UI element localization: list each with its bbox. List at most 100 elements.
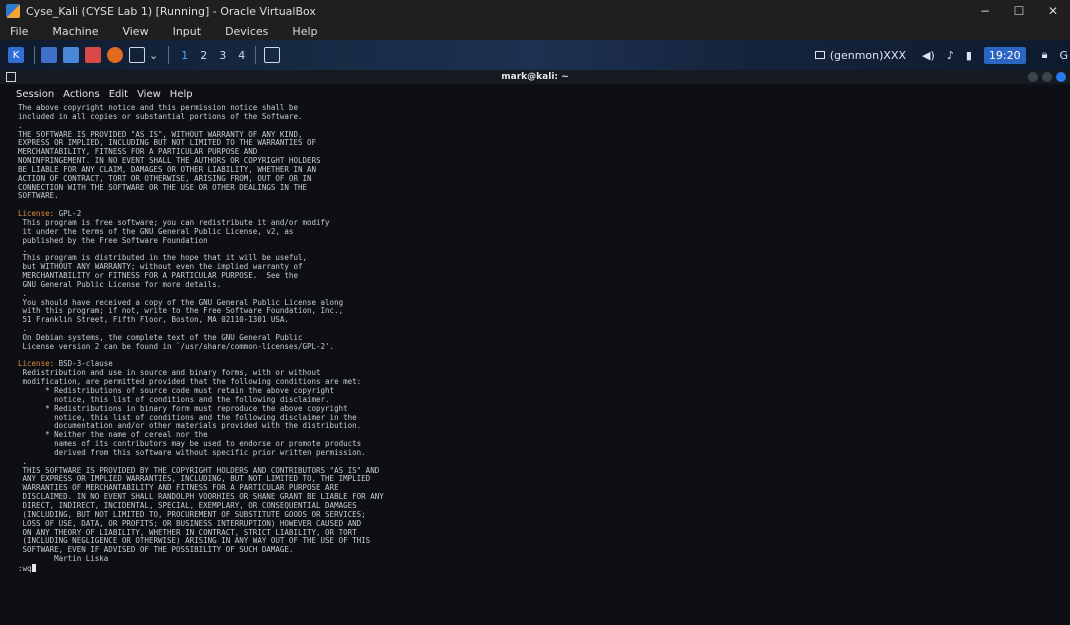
terminal-line-text: notice, this list of conditions and the … — [18, 394, 330, 404]
workspace-2[interactable]: 2 — [200, 49, 207, 62]
terminal-line-text: THE SOFTWARE IS PROVIDED "AS IS", WITHOU… — [18, 129, 303, 139]
terminal-line-text: GPL-2 — [54, 209, 82, 219]
terminal-line-text: DISCLAIMED. IN NO EVENT SHALL RANDOLPH V… — [18, 492, 384, 502]
terminal-line: derived from this software without speci… — [18, 448, 1058, 458]
terminal-line-text: THIS SOFTWARE IS PROVIDED BY THE COPYRIG… — [18, 465, 380, 475]
panel-clock[interactable]: 19:20 — [983, 46, 1026, 64]
terminal-maximize-button[interactable] — [1042, 72, 1052, 82]
terminal-line-text: notice, this list of conditions and the … — [18, 412, 357, 422]
panel-tray: (genmon)XXX ◀) ♪ ▮ 19:20 🔒︎ G — [814, 40, 1070, 70]
kali-top-panel: K ⌄ 1 2 3 4 (genmon)XXX ◀) ♪ ▮ 19:20 🔒︎ … — [0, 40, 1070, 70]
menu-file[interactable]: File — [10, 25, 28, 38]
workspace-4[interactable]: 4 — [238, 49, 245, 62]
terminal-line-text: with this program; if not, write to the … — [18, 306, 344, 316]
chevron-down-icon[interactable]: ⌄ — [149, 49, 158, 62]
virtualbox-icon — [6, 4, 20, 18]
terminal-line-text: GNU General Public License for more deta… — [18, 279, 222, 289]
terminal-line: GNU General Public License for more deta… — [18, 279, 1058, 290]
terminal-line-text: CONNECTION WITH THE SOFTWARE OR THE USE … — [18, 182, 307, 192]
terminal-line: SOFTWARE. — [18, 192, 1058, 201]
terminal-line-text: This program is free software; you can r… — [18, 217, 330, 227]
terminal-line-text: * Neither the name of cereal nor the — [18, 430, 208, 440]
terminal-line-text: WARRANTIES OF MERCHANTABILITY AND FITNES… — [18, 483, 339, 493]
menu-machine[interactable]: Machine — [52, 25, 98, 38]
terminal-line-text: included in all copies or substantial po… — [18, 111, 303, 121]
terminal-line-text: . — [18, 244, 28, 254]
terminal-scrollbar[interactable] — [1064, 104, 1070, 625]
terminal-menu-help[interactable]: Help — [170, 89, 193, 100]
terminal-menu-session[interactable]: Session — [16, 89, 54, 100]
terminal-window-icon[interactable] — [6, 72, 16, 82]
vbox-menubar: File Machine View Input Devices Help — [0, 22, 1070, 40]
panel-separator — [255, 46, 257, 64]
terminal-line-text: License version 2 can be found in `/usr/… — [18, 341, 335, 351]
maximize-button[interactable]: ☐ — [1002, 0, 1036, 22]
terminal-line-text: MERCHANTABILITY, FITNESS FOR A PARTICULA… — [18, 147, 258, 157]
genmon-text: (genmon)XXX — [829, 48, 907, 62]
terminal-minimize-button[interactable] — [1028, 72, 1038, 82]
menu-input[interactable]: Input — [173, 25, 201, 38]
command-input-text: :wq — [18, 563, 32, 573]
terminal-line-text: . — [18, 456, 28, 466]
notification-bell-icon[interactable]: ♪ — [947, 49, 954, 62]
monitor-icon — [814, 51, 825, 59]
minimize-button[interactable]: − — [968, 0, 1002, 22]
power-icon[interactable]: G — [1059, 49, 1068, 62]
terminal-line-text: MERCHANTABILITY or FITNESS FOR A PARTICU… — [18, 271, 298, 281]
terminal-line: License version 2 can be found in `/usr/… — [18, 341, 1058, 352]
terminal-icon[interactable] — [129, 47, 145, 63]
terminal-menubar: Session Actions Edit View Help — [0, 84, 1070, 104]
terminal-line-text: ON ANY THEORY OF LIABILITY, WHETHER IN C… — [18, 527, 357, 537]
battery-icon[interactable]: ▮ — [966, 49, 972, 62]
window-button-terminal-icon[interactable] — [264, 47, 281, 63]
window-controls: − ☐ ✕ — [968, 0, 1070, 22]
firefox-icon[interactable] — [107, 47, 123, 63]
terminal-menu-actions[interactable]: Actions — [63, 89, 100, 100]
terminal-line-text: BE LIABLE FOR ANY CLAIM, DAMAGES OR OTHE… — [18, 164, 317, 174]
terminal-line-text: This program is distributed in the hope … — [18, 253, 307, 263]
terminal-window-title: mark@kali: ~ — [501, 72, 569, 82]
terminal-line-text: The above copyright notice and this perm… — [18, 103, 298, 112]
terminal-output[interactable]: The above copyright notice and this perm… — [18, 103, 1058, 621]
menu-devices[interactable]: Devices — [225, 25, 268, 38]
terminal-menu-edit[interactable]: Edit — [109, 89, 128, 100]
panel-separator — [34, 46, 35, 64]
genmon-widget[interactable]: (genmon)XXX — [814, 48, 907, 62]
terminal-line-text: modification, are permitted provided tha… — [18, 377, 362, 387]
lock-icon[interactable]: 🔒︎ — [1042, 48, 1048, 62]
volume-icon[interactable]: ◀) — [922, 49, 935, 62]
terminal-close-button[interactable] — [1056, 72, 1066, 82]
workspace-3[interactable]: 3 — [219, 49, 226, 62]
workspace-1[interactable]: 1 — [181, 49, 188, 62]
terminal-line-text: . — [18, 288, 28, 298]
command-prompt-line[interactable]: :wq — [18, 563, 1058, 573]
text-editor-icon[interactable] — [85, 47, 101, 63]
terminal-line-text: SOFTWARE, EVEN IF ADVISED OF THE POSSIBI… — [18, 545, 294, 555]
kali-menu-icon[interactable]: K — [8, 47, 24, 63]
menu-help[interactable]: Help — [292, 25, 317, 38]
terminal-line-text: names of its contributors may be used to… — [18, 439, 362, 449]
terminal-line-text: it under the terms of the GNU General Pu… — [18, 226, 294, 236]
menu-view[interactable]: View — [122, 25, 148, 38]
license-label: License: — [18, 209, 55, 219]
terminal-line-text: (INCLUDING, BUT NOT LIMITED TO, PROCUREM… — [18, 509, 366, 519]
terminal-line-text: On Debian systems, the complete text of … — [18, 332, 303, 342]
terminal-line-text: published by the Free Software Foundatio… — [18, 235, 208, 245]
license-label: License: — [18, 359, 55, 369]
desktop-icon[interactable] — [41, 47, 57, 63]
terminal-line-text: NONINFRINGEMENT. IN NO EVENT SHALL THE A… — [18, 156, 321, 166]
terminal-line-text: You should have received a copy of the G… — [18, 297, 344, 307]
close-button[interactable]: ✕ — [1036, 0, 1070, 22]
terminal-menu-view[interactable]: View — [137, 89, 161, 100]
terminal-line-text: Martin Liska — [18, 554, 109, 564]
terminal-line-text: DIRECT, INDIRECT, INCIDENTAL, SPECIAL, E… — [18, 500, 357, 510]
vbox-title-bar: Cyse_Kali (CYSE Lab 1) [Running] - Oracl… — [0, 0, 1070, 22]
terminal-line-text: but WITHOUT ANY WARRANTY; without even t… — [18, 262, 303, 272]
terminal-line-text: . — [18, 120, 23, 130]
file-manager-icon[interactable] — [63, 47, 79, 63]
terminal-line-text: 51 Franklin Street, Fifth Floor, Boston,… — [18, 315, 289, 325]
text-cursor — [31, 563, 36, 572]
terminal-line-text: . — [18, 324, 28, 334]
